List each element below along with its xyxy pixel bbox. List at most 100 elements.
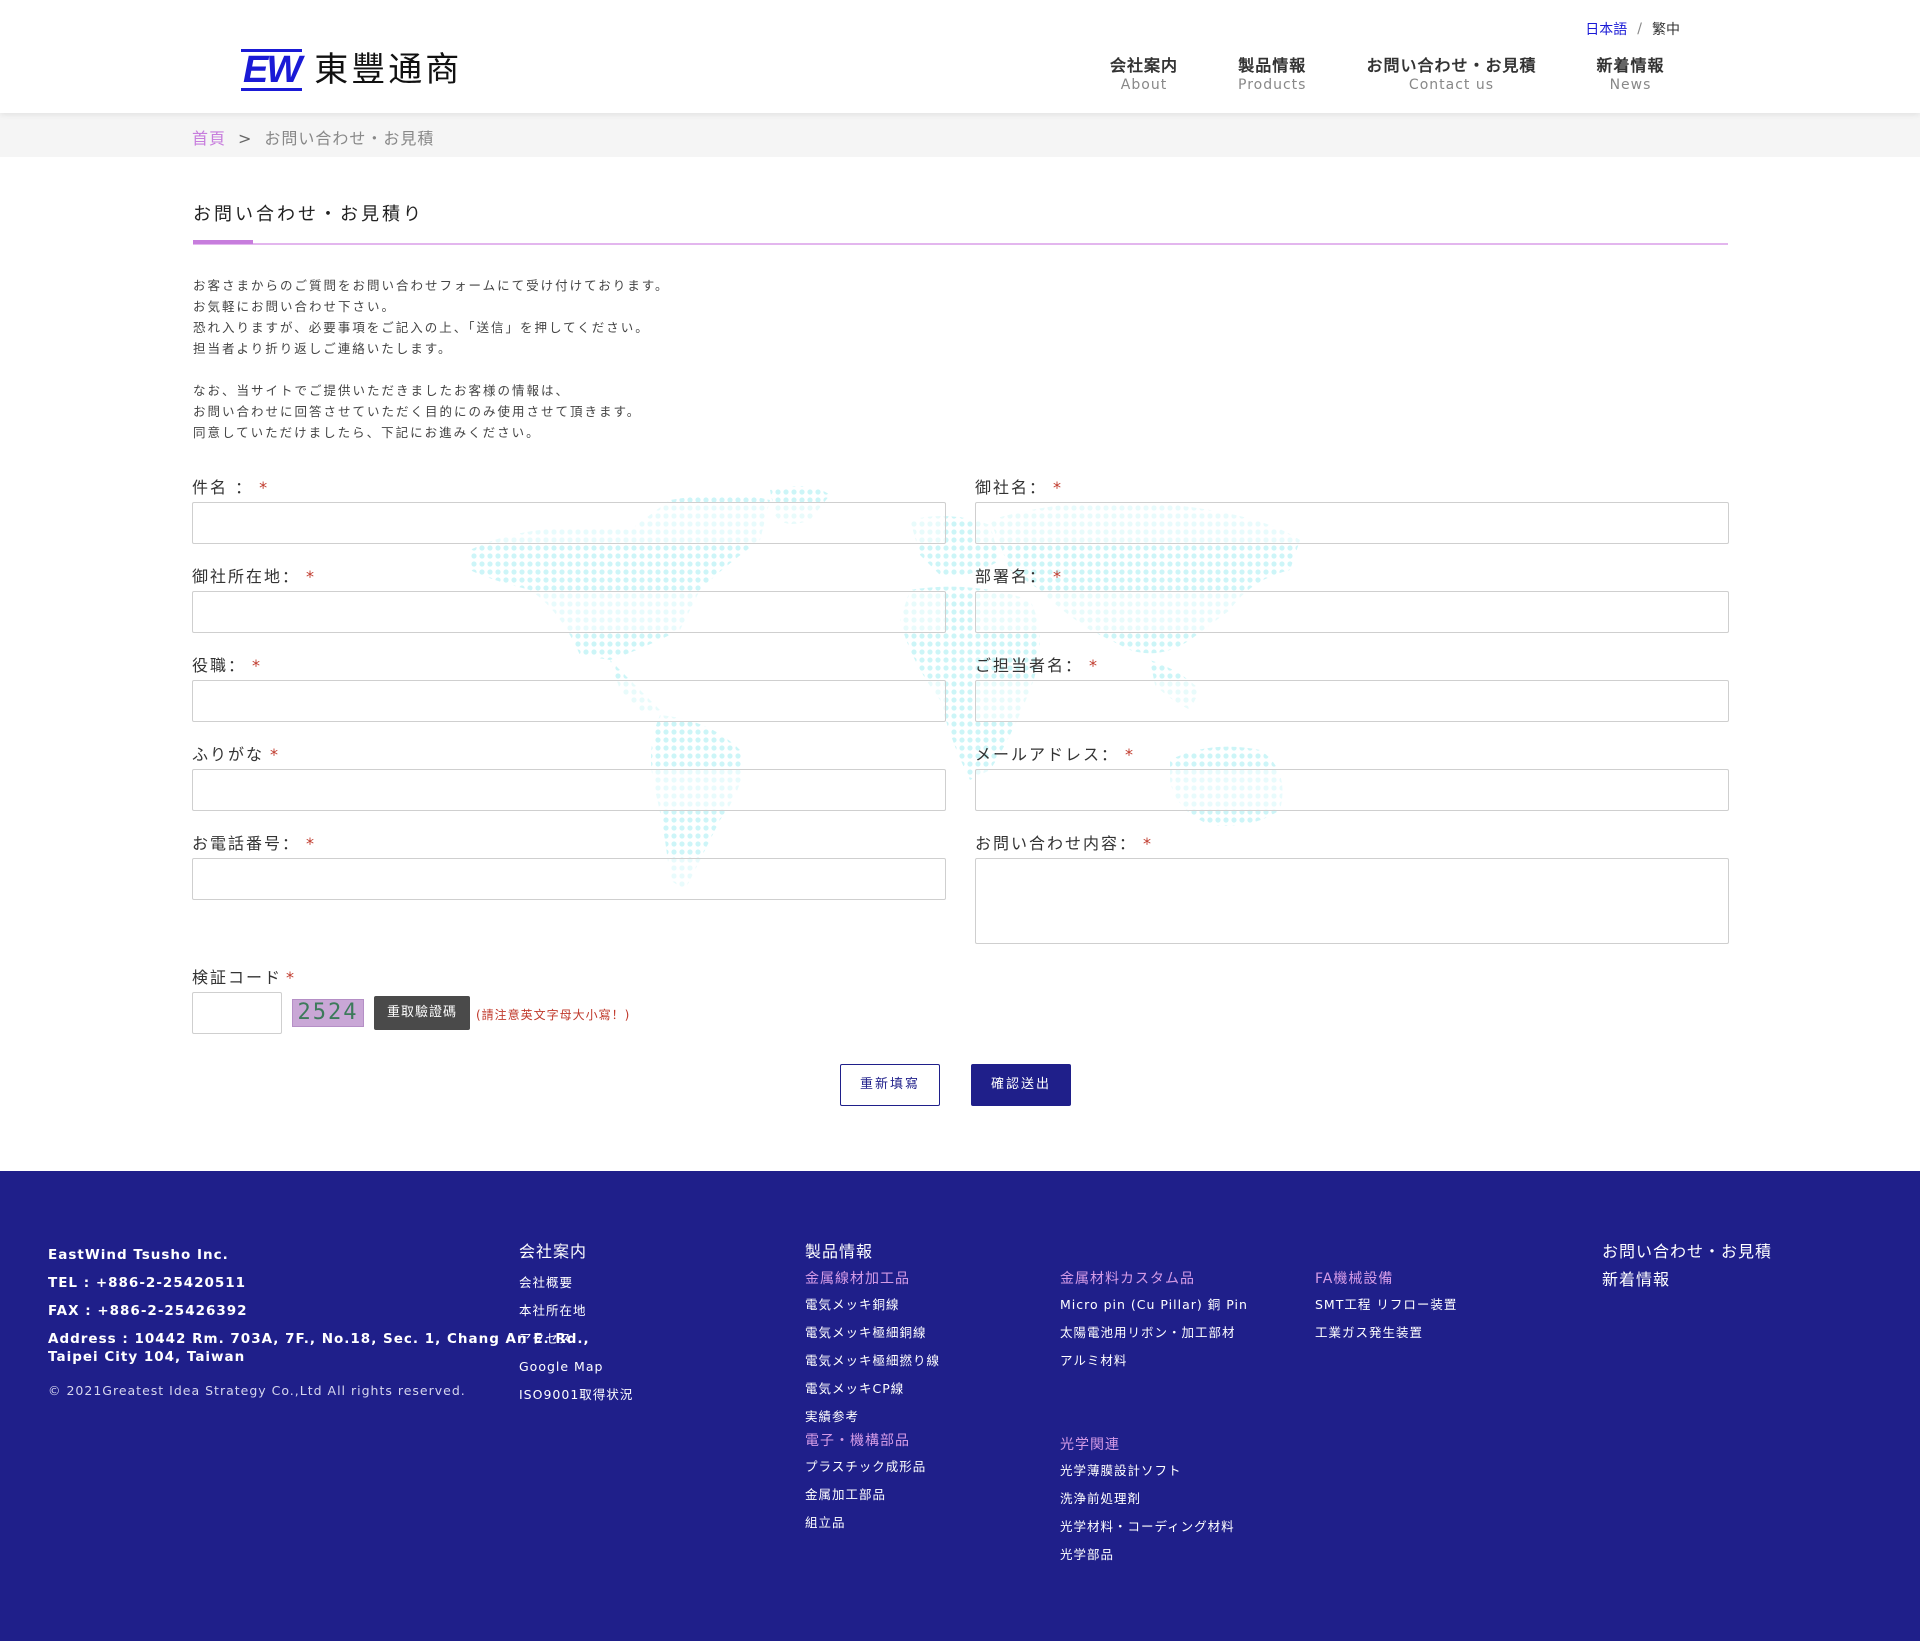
nav-sublabel: Contact us [1408, 77, 1495, 93]
footer-link[interactable]: 太陽電池用リボン・加工部材 [1060, 1319, 1248, 1347]
inquiry-textarea[interactable] [975, 858, 1729, 944]
footer-link[interactable]: 光学材料・コーディング材料 [1060, 1513, 1235, 1541]
nav-label: お問い合わせ・お見積 [1366, 56, 1537, 75]
footer-link[interactable]: 本社所在地 [519, 1297, 633, 1325]
nav-sublabel: News [1609, 77, 1652, 93]
intro-line: お問い合わせに回答させていただく目的にのみ使用させて頂きます。 [193, 404, 642, 419]
footer-category[interactable]: 光学関連 [1060, 1435, 1235, 1455]
breadcrumb-separator: > [238, 129, 253, 148]
reset-button[interactable]: 重新填寫 [840, 1064, 940, 1106]
footer-products: 製品情報 金属線材加工品 電気メッキ銅線 電気メッキ極細銅線 電気メッキ極細撚り… [805, 1241, 940, 1537]
lang-separator: / [1637, 21, 1642, 37]
submit-button[interactable]: 確認送出 [971, 1064, 1071, 1106]
logo-mark: EW [241, 49, 302, 91]
footer-link[interactable]: プラスチック成形品 [805, 1453, 940, 1481]
footer-link[interactable]: 工業ガス発生装置 [1315, 1319, 1457, 1347]
nav-contact[interactable]: お問い合わせ・お見積 Contact us [1366, 56, 1536, 94]
nav-about[interactable]: 会社案内 About [1110, 56, 1178, 94]
footer-link[interactable]: 光学部品 [1060, 1541, 1235, 1569]
captcha-image: 2524 [292, 999, 364, 1027]
nav-label: 新着情報 [1596, 56, 1665, 75]
footer-category[interactable]: 電子・機構部品 [805, 1431, 940, 1451]
footer-about-heading[interactable]: 会社案内 [519, 1241, 633, 1263]
field-label: 御社所在地： * [192, 567, 317, 586]
footer-link[interactable]: 電気メッキ銅線 [805, 1291, 940, 1319]
required-mark: * [1125, 745, 1136, 764]
field-label: メールアドレス： * [975, 745, 1136, 764]
phone-input[interactable] [192, 858, 946, 900]
footer-materials: 金属材料カスタム品 Micro pin (Cu Pillar) 銅 Pin 太陽… [1060, 1269, 1248, 1375]
field-subject: 件名 ： * [192, 474, 946, 544]
subject-input[interactable] [192, 502, 946, 544]
footer-link[interactable]: 金属加工部品 [805, 1481, 940, 1509]
footer-category[interactable]: FA機械設備 [1315, 1269, 1457, 1289]
company-name: EastWind Tsusho Inc. [48, 1247, 229, 1263]
footer-link[interactable]: 洗浄前処理剤 [1060, 1485, 1235, 1513]
footer-optical: 光学関連 光学薄膜設計ソフト 洗浄前処理剤 光学材料・コーディング材料 光学部品 [1060, 1435, 1235, 1569]
footer-contact-link[interactable]: お問い合わせ・お見積 [1602, 1241, 1772, 1263]
footer-company-info: EastWind Tsusho Inc. TEL : +886-2-254205… [48, 1241, 590, 1400]
position-input[interactable] [192, 680, 946, 722]
footer-right-links: お問い合わせ・お見積 新着情報 [1602, 1241, 1772, 1297]
footer-link[interactable]: 電気メッキ極細撚り線 [805, 1347, 940, 1375]
email-input[interactable] [975, 769, 1729, 811]
required-mark: * [252, 656, 263, 675]
footer-link[interactable]: 会社概要 [519, 1269, 633, 1297]
lang-traditional-chinese[interactable]: 繁中 [1652, 19, 1680, 39]
breadcrumb-bar: 首頁 > お問い合わせ・お見積 [0, 113, 1920, 157]
field-position: 役職： * [192, 652, 946, 722]
field-label: 件名 ： * [192, 478, 270, 497]
captcha-case-note: (請注意英文字母大小寫！) [476, 1008, 631, 1022]
contact-name-input[interactable] [975, 680, 1729, 722]
footer-link[interactable]: 電気メッキ極細銅線 [805, 1319, 940, 1347]
company-tel: TEL : +886-2-25420511 [48, 1275, 247, 1291]
captcha-input[interactable] [192, 992, 282, 1034]
footer-category[interactable]: 金属材料カスタム品 [1060, 1269, 1248, 1289]
footer-link[interactable]: 実績参考 [805, 1403, 940, 1431]
footer-link[interactable]: SMT工程 リフロー装置 [1315, 1291, 1457, 1319]
footer-link[interactable]: アクセス [519, 1325, 633, 1353]
lang-japanese[interactable]: 日本語 [1585, 19, 1627, 39]
footer-link[interactable]: Google Map [519, 1353, 633, 1381]
nav-label: 会社案内 [1110, 56, 1179, 75]
required-mark: * [1089, 656, 1100, 675]
nav-label: 製品情報 [1238, 56, 1307, 75]
footer-link[interactable]: Micro pin (Cu Pillar) 銅 Pin [1060, 1291, 1248, 1319]
required-mark: * [306, 834, 317, 853]
field-label: お問い合わせ内容： * [975, 834, 1154, 853]
copyright: © 2021Greatest Idea Strategy Co.,Ltd All… [48, 1383, 466, 1398]
intro-line: 担当者より折り返しご連絡いたします。 [193, 341, 453, 356]
refresh-captcha-button[interactable]: 重取驗證碼 [374, 996, 470, 1030]
intro-line: お客さまからのご質問をお問い合わせフォームにて受け付けております。 [193, 278, 670, 293]
page-title: お問い合わせ・お見積り [193, 204, 424, 225]
footer-products-heading[interactable]: 製品情報 [805, 1241, 940, 1263]
field-email: メールアドレス： * [975, 741, 1729, 811]
footer-news-link[interactable]: 新着情報 [1602, 1269, 1772, 1291]
field-address: 御社所在地： * [192, 563, 946, 633]
footer-link[interactable]: 光学薄膜設計ソフト [1060, 1457, 1235, 1485]
intro-line: 同意していただけましたら、下記にお進みください。 [193, 425, 541, 440]
nav-products[interactable]: 製品情報 Products [1238, 56, 1306, 94]
required-mark: * [306, 567, 317, 586]
footer-about: 会社案内 会社概要 本社所在地 アクセス Google Map ISO9001取… [519, 1241, 633, 1409]
company-input[interactable] [975, 502, 1729, 544]
footer-link[interactable]: ISO9001取得状況 [519, 1381, 633, 1409]
address-input[interactable] [192, 591, 946, 633]
footer-link[interactable]: 電気メッキCP線 [805, 1375, 940, 1403]
field-label: ふりがな * [192, 745, 281, 764]
site-logo[interactable]: EW 東豐通商 [241, 49, 462, 91]
department-input[interactable] [975, 591, 1729, 633]
field-phone: お電話番号： * [192, 830, 946, 900]
required-mark: * [270, 745, 281, 764]
field-department: 部署名： * [975, 563, 1729, 633]
footer-link[interactable]: アルミ材料 [1060, 1347, 1248, 1375]
intro-line: なお、当サイトでご提供いただきましたお客様の情報は、 [193, 383, 571, 398]
field-label: 部署名： * [975, 567, 1064, 586]
footer-link[interactable]: 組立品 [805, 1509, 940, 1537]
breadcrumb-home[interactable]: 首頁 [192, 129, 226, 148]
nav-news[interactable]: 新着情報 News [1596, 56, 1664, 94]
required-mark: * [1143, 834, 1154, 853]
furigana-input[interactable] [192, 769, 946, 811]
footer-category[interactable]: 金属線材加工品 [805, 1269, 940, 1289]
field-label: ご担当者名： * [975, 656, 1100, 675]
